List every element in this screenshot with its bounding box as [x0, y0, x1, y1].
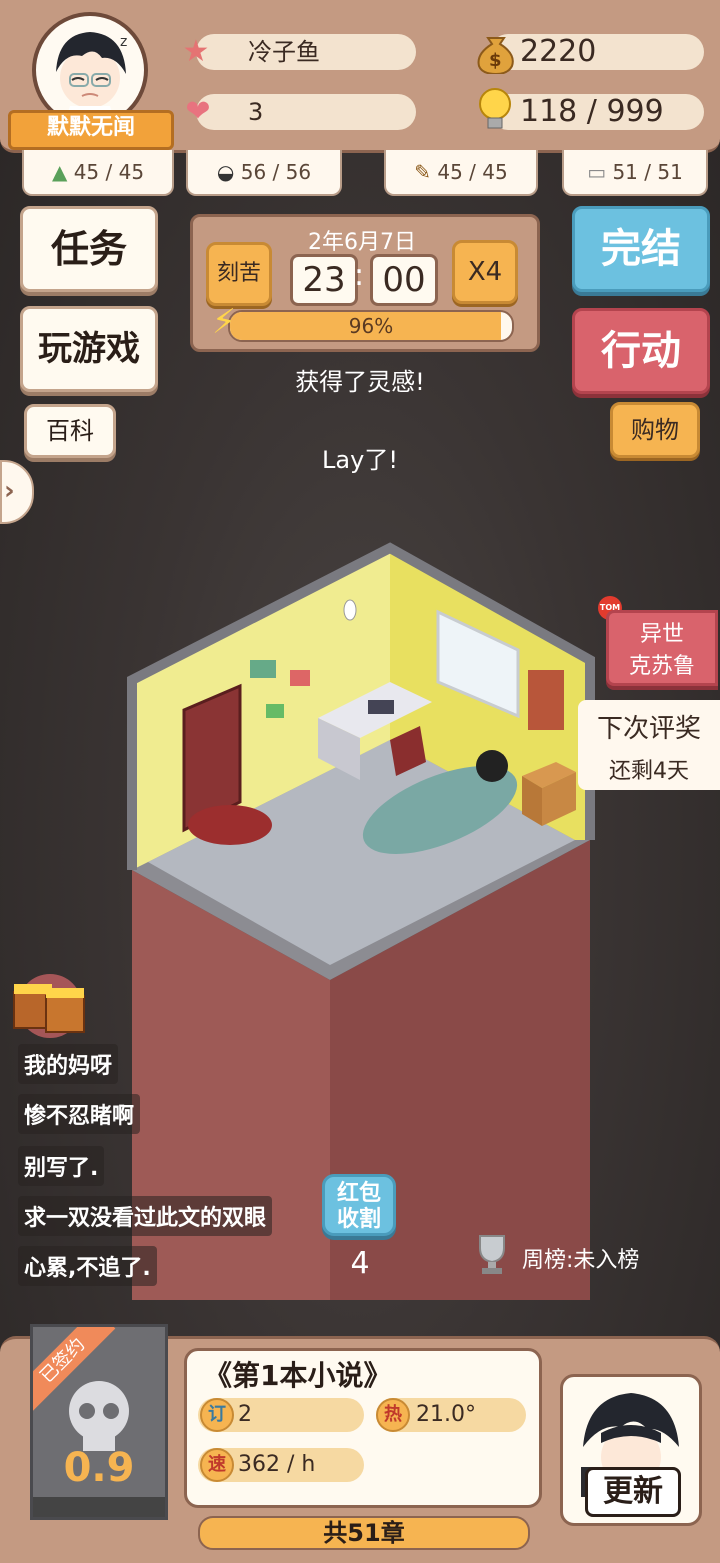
player-name: 冷子鱼 — [248, 38, 320, 66]
stat-tab-mood: ◒ 56 / 56 — [186, 150, 342, 196]
treasure-chest-icon[interactable] — [8, 972, 90, 1038]
energy-label: 96% — [348, 314, 394, 338]
hat-icon: ◒ — [216, 160, 235, 184]
hearts-pill: 3 — [196, 94, 416, 130]
stat-tab-skill: ✎ 45 / 45 — [384, 150, 538, 196]
update-button[interactable]: 更新 — [560, 1374, 702, 1526]
lightbulb-icon — [474, 86, 516, 134]
award-countdown: 下次评奖 还剩4天 — [578, 700, 720, 790]
speed-button[interactable]: X4 — [452, 240, 518, 304]
subscriptions-value: 2 — [238, 1402, 252, 1427]
featured-book-tag[interactable]: 异世 克苏鲁 — [606, 610, 718, 686]
red-packet-count: 4 — [350, 1246, 370, 1281]
clock-minute: 00 — [370, 254, 438, 306]
star-icon: ★ — [182, 34, 210, 69]
player-name-pill: 冷子鱼 — [196, 34, 416, 70]
heart-icon: ❤ — [185, 94, 211, 129]
award-days: 还剩4天 — [609, 759, 689, 784]
clock-colon: : — [354, 258, 365, 293]
reader-comment: 别写了. — [18, 1146, 105, 1186]
award-title: 下次评奖 — [596, 714, 701, 744]
money-bag-icon: $ — [474, 28, 518, 76]
trophy-icon[interactable] — [472, 1232, 512, 1276]
mountain-icon: ▲ — [51, 160, 68, 184]
player-title-ribbon: 默默无闻 — [8, 110, 174, 150]
clock-hour: 23 — [290, 254, 358, 306]
reader-comment: 求一双没看过此文的双眼 — [18, 1196, 273, 1236]
lightning-icon: ⚡ — [212, 302, 236, 342]
speed-badge: 速 — [200, 1448, 234, 1482]
chevron-right-icon: › — [4, 476, 15, 506]
book-icon: ▭ — [587, 160, 607, 184]
hearts-count: 3 — [248, 98, 264, 126]
chapter-count: 共51章 — [198, 1516, 530, 1550]
svg-text:z: z — [120, 34, 127, 50]
speed-value: 362 / h — [238, 1452, 316, 1477]
mode-diligent-button[interactable]: 刻苦 — [206, 242, 272, 306]
weekly-rank-label: 周榜:未入榜 — [522, 1248, 640, 1273]
money-pill: 2220 — [490, 34, 704, 70]
heat-badge: 热 — [376, 1398, 410, 1432]
heat-value: 21.0° — [416, 1402, 476, 1427]
inspiration-value: 118 / 999 — [520, 94, 664, 129]
energy-bar: 96% — [228, 310, 514, 342]
event-message-2: Lay了! — [322, 446, 398, 474]
red-packet-button[interactable]: 红包 收割 — [322, 1174, 396, 1236]
finish-button[interactable]: 完结 — [572, 206, 710, 292]
stat-tab-health: ▲ 45 / 45 — [22, 150, 174, 196]
book-cover[interactable]: 已签约 0.9 — [30, 1324, 168, 1520]
inspiration-pill: 118 / 999 — [490, 94, 704, 130]
reader-comment: 心累,不追了. — [18, 1246, 157, 1286]
stat-tab-knowledge: ▭ 51 / 51 — [562, 150, 708, 196]
task-button[interactable]: 任务 — [20, 206, 158, 292]
brush-icon: ✎ — [414, 160, 432, 184]
money-value: 2220 — [520, 34, 597, 69]
reader-comment: 我的妈呀 — [18, 1044, 119, 1084]
svg-text:$: $ — [489, 50, 502, 71]
update-button-label: 更新 — [585, 1467, 681, 1517]
novel-title: 《第1本小说》 — [204, 1359, 392, 1392]
subscriptions-badge: 订 — [200, 1398, 234, 1432]
book-rating: 0.9 — [63, 1445, 135, 1491]
event-message-1: 获得了灵感! — [295, 368, 425, 396]
reader-comment: 惨不忍睹啊 — [18, 1094, 141, 1134]
